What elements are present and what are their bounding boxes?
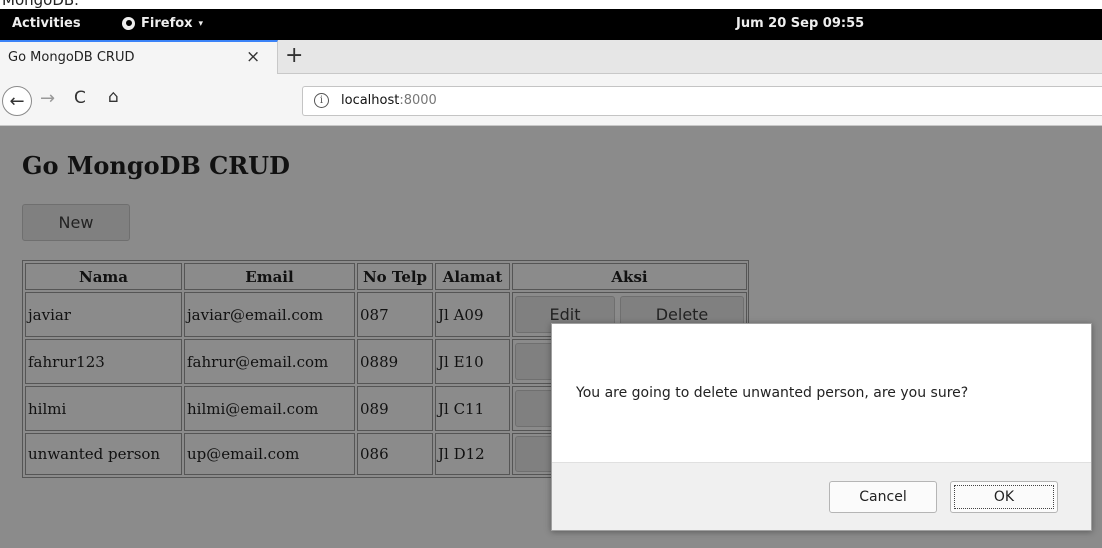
url-bar[interactable]: i localhost:8000 (302, 86, 1102, 116)
reload-icon[interactable]: C (74, 88, 86, 108)
url-port: :8000 (399, 93, 437, 108)
forward-arrow-icon[interactable]: → (40, 88, 55, 109)
app-menu-label: Firefox (141, 16, 193, 31)
cancel-button[interactable]: Cancel (829, 481, 937, 513)
clock[interactable]: Jum 20 Sep 09:55 (736, 16, 864, 31)
url-host: localhost (341, 93, 400, 108)
navigation-bar: ← → C ⌂ i localhost:8000 (0, 74, 1102, 126)
table-cell-alamat: Jl E10 (435, 339, 510, 384)
column-header-no-telp: No Telp (357, 263, 433, 290)
ok-button[interactable]: OK (950, 481, 1058, 513)
column-header-aksi: Aksi (512, 263, 747, 290)
dialog-footer: Cancel OK (552, 462, 1091, 530)
caret-down-icon: ▾ (198, 18, 204, 29)
confirm-dialog: You are going to delete unwanted person,… (551, 323, 1092, 531)
table-cell-alamat: Jl D12 (435, 433, 510, 475)
app-menu[interactable]: Firefox ▾ (122, 16, 203, 31)
table-cell-nama: unwanted person (25, 433, 182, 475)
new-tab-icon[interactable]: + (285, 43, 303, 68)
activities-button[interactable]: Activities (12, 16, 81, 31)
table-cell-email: javiar@email.com (184, 292, 355, 337)
column-header-alamat: Alamat (435, 263, 510, 290)
new-button[interactable]: New (22, 204, 130, 241)
table-cell-nama: hilmi (25, 386, 182, 431)
browser-tab[interactable]: Go MongoDB CRUD × (0, 40, 278, 74)
tab-title: Go MongoDB CRUD (8, 50, 135, 65)
table-cell-no-telp: 086 (357, 433, 433, 475)
column-header-nama: Nama (25, 263, 182, 290)
dialog-message: You are going to delete unwanted person,… (576, 385, 969, 401)
table-cell-email: up@email.com (184, 433, 355, 475)
table-cell-no-telp: 089 (357, 386, 433, 431)
url-text: localhost:8000 (341, 93, 437, 108)
table-cell-email: fahrur@email.com (184, 339, 355, 384)
system-top-bar: Activities Firefox ▾ Jum 20 Sep 09:55 (0, 9, 1102, 40)
table-cell-nama: fahrur123 (25, 339, 182, 384)
page-title: Go MongoDB CRUD (22, 151, 290, 180)
table-cell-email: hilmi@email.com (184, 386, 355, 431)
site-info-icon[interactable]: i (314, 93, 329, 108)
caption-strip: MongoDB. (0, 0, 1102, 9)
back-arrow-icon[interactable]: ← (2, 86, 32, 116)
table-cell-alamat: Jl C11 (435, 386, 510, 431)
table-cell-nama: javiar (25, 292, 182, 337)
table-cell-no-telp: 087 (357, 292, 433, 337)
column-header-email: Email (184, 263, 355, 290)
table-cell-alamat: Jl A09 (435, 292, 510, 337)
close-tab-icon[interactable]: × (246, 47, 260, 67)
home-icon[interactable]: ⌂ (108, 87, 119, 107)
table-cell-no-telp: 0889 (357, 339, 433, 384)
firefox-icon (122, 17, 135, 30)
caption-text: MongoDB. (2, 0, 79, 9)
tab-strip: Go MongoDB CRUD × + (0, 40, 1102, 74)
